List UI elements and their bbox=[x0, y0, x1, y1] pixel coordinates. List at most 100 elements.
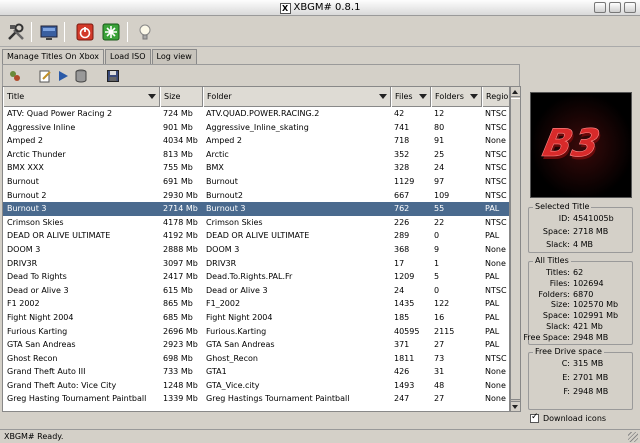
refresh-icon bbox=[10, 71, 20, 81]
selected-title-group: Selected Title ID: 4541005b Space: 2718 … bbox=[528, 202, 633, 253]
minimize-button[interactable] bbox=[594, 2, 606, 13]
cell-files: 1435 bbox=[394, 299, 415, 309]
status-bar: XBGM# Ready. bbox=[0, 429, 640, 443]
table-row[interactable]: DOOM 3 2888 Mb DOOM 3 368 9 None bbox=[3, 243, 509, 257]
cell-folders: 55 bbox=[434, 204, 445, 214]
cell-folder: Fight Night 2004 bbox=[206, 312, 273, 322]
cell-region: None bbox=[485, 258, 506, 268]
cell-folders: 25 bbox=[434, 149, 445, 159]
scroll-down-arrow[interactable] bbox=[511, 401, 520, 411]
table-row[interactable]: Furious Karting 2696 Mb Furious.Karting 405… bbox=[3, 325, 509, 339]
column-header-folders[interactable]: Folders bbox=[431, 87, 482, 107]
column-header-folder[interactable]: Folder bbox=[203, 87, 391, 107]
table-row[interactable]: Burnout 2 2930 Mb Burnout2 667 109 NTSC bbox=[3, 189, 509, 203]
table-row[interactable]: Amped 2 4034 Mb Amped 2 718 91 None bbox=[3, 134, 509, 148]
table-header: Title Size Folder Files Folders Regio bbox=[3, 87, 509, 107]
cell-files: 247 bbox=[394, 394, 410, 404]
table-row[interactable]: Ghost Recon 698 Mb Ghost_Recon 1811 73 NTSC bbox=[3, 352, 509, 366]
cell-title: Dead or Alive 3 bbox=[7, 285, 69, 295]
cell-title: Grand Theft Auto: Vice City bbox=[7, 380, 117, 390]
cell-files: 368 bbox=[394, 244, 410, 254]
table-row[interactable]: Burnout 691 Mb Burnout 1129 97 NTSC bbox=[3, 175, 509, 189]
titles-toolbar bbox=[2, 64, 520, 86]
table-row[interactable]: Grand Theft Auto III 733 Mb GTA1 426 31 None bbox=[3, 365, 509, 379]
table-row[interactable]: BMX XXX 755 Mb BMX 328 24 NTSC bbox=[3, 161, 509, 175]
power-button[interactable] bbox=[74, 21, 96, 43]
table-row[interactable]: Fight Night 2004 685 Mb Fight Night 2004 18… bbox=[3, 311, 509, 325]
stat-label: Size: bbox=[550, 300, 570, 310]
cell-title: DEAD OR ALIVE ULTIMATE bbox=[7, 231, 111, 241]
play-button[interactable] bbox=[55, 68, 71, 84]
cell-region: NTSC bbox=[485, 285, 507, 295]
table-row[interactable]: F1 2002 865 Mb F1_2002 1435 122 PAL bbox=[3, 297, 509, 311]
cell-files: 762 bbox=[394, 204, 410, 214]
slack-label: Slack: bbox=[546, 240, 570, 249]
tab-load-iso[interactable]: Load ISO bbox=[105, 49, 151, 64]
column-header-size[interactable]: Size bbox=[160, 87, 203, 107]
recycle-button[interactable] bbox=[100, 21, 122, 43]
window-titlebar[interactable]: X XBGM# 0.8.1 bbox=[0, 0, 640, 16]
stat-label: Slack: bbox=[546, 322, 570, 331]
close-button[interactable] bbox=[624, 2, 636, 13]
table-row[interactable]: Greg Hasting Tournament Paintball 1339 Mb… bbox=[3, 392, 509, 406]
cell-title: Amped 2 bbox=[7, 136, 43, 146]
table-row[interactable]: Arctic Thunder 813 Mb Arctic 352 25 NTSC bbox=[3, 148, 509, 162]
column-header-files[interactable]: Files bbox=[391, 87, 431, 107]
cell-folders: 91 bbox=[434, 136, 445, 146]
table-row[interactable]: Burnout 3 2714 Mb Burnout 3 762 55 PAL bbox=[3, 202, 509, 216]
free-drive-group: Free Drive space C: 315 MB E: 2701 MB F: 2948… bbox=[528, 347, 633, 410]
cell-folder: ATV.QUAD.POWER.RACING.2 bbox=[206, 109, 320, 118]
column-header-region[interactable]: Regio bbox=[482, 87, 509, 107]
stat-label: E: bbox=[562, 373, 570, 382]
table-row[interactable]: Crimson Skies 4178 Mb Crimson Skies 226 22 NT… bbox=[3, 216, 509, 230]
database-button[interactable] bbox=[73, 68, 89, 84]
tools-button[interactable] bbox=[5, 21, 27, 43]
save-button[interactable] bbox=[105, 68, 121, 84]
resize-grip[interactable] bbox=[628, 432, 638, 442]
refresh-button[interactable] bbox=[7, 68, 23, 84]
table-row[interactable]: Grand Theft Auto: Vice City 1248 Mb GTA_Vi… bbox=[3, 379, 509, 393]
status-text: XBGM# Ready. bbox=[4, 432, 64, 441]
download-icons-checkbox[interactable] bbox=[530, 412, 539, 423]
cell-files: 718 bbox=[394, 136, 410, 146]
cell-folders: 97 bbox=[434, 176, 445, 186]
cell-size: 733 Mb bbox=[163, 367, 193, 377]
table-row[interactable]: GTA San Andreas 2923 Mb GTA San Andreas 371… bbox=[3, 338, 509, 352]
table-row[interactable]: DRIV3R 3097 Mb DRIV3R 17 1 None bbox=[3, 257, 509, 271]
edit-button[interactable] bbox=[37, 68, 53, 84]
cell-folder: Greg Hastings Tournament Paintball bbox=[206, 394, 350, 404]
cell-files: 352 bbox=[394, 149, 410, 159]
table-row[interactable]: Dead To Rights 2417 Mb Dead.To.Rights.PAL.… bbox=[3, 270, 509, 284]
titles-table[interactable]: Title Size Folder Files Folders Regio AT… bbox=[2, 86, 510, 412]
tab-log-view[interactable]: Log view bbox=[151, 49, 197, 64]
cell-folders: 12 bbox=[434, 109, 445, 118]
table-row[interactable]: ATV: Quad Power Racing 2 724 Mb ATV.QUAD.P… bbox=[3, 107, 509, 121]
tab-manage-titles[interactable]: Manage Titles On Xbox bbox=[2, 49, 105, 65]
table-scrollbar[interactable] bbox=[510, 86, 521, 412]
cell-folder: Ghost_Recon bbox=[206, 353, 258, 363]
cell-folder: GTA_Vice.city bbox=[206, 380, 260, 390]
table-row[interactable]: Aggressive Inline 901 Mb Aggressive_Inline… bbox=[3, 121, 509, 135]
cell-folders: 27 bbox=[434, 394, 445, 404]
cell-folders: 27 bbox=[434, 340, 445, 350]
cell-folders: 5 bbox=[434, 272, 440, 282]
column-header-title[interactable]: Title bbox=[3, 87, 160, 107]
download-icons-option[interactable]: Download icons bbox=[530, 412, 606, 423]
cell-folder: Dead.To.Rights.PAL.Fr bbox=[206, 272, 293, 282]
table-row[interactable]: DEAD OR ALIVE ULTIMATE 4192 Mb DEAD OR ALI… bbox=[3, 229, 509, 243]
monitor-button[interactable] bbox=[38, 21, 60, 43]
cell-size: 865 Mb bbox=[163, 299, 193, 309]
cell-region: NTSC bbox=[485, 217, 507, 227]
cell-region: PAL bbox=[485, 326, 500, 336]
x11-logo-icon: X bbox=[279, 3, 291, 14]
maximize-button[interactable] bbox=[609, 2, 621, 13]
help-button[interactable] bbox=[134, 21, 156, 43]
scroll-thumb[interactable] bbox=[511, 98, 520, 400]
edit-icon bbox=[39, 70, 51, 83]
stat-value: 62 bbox=[573, 268, 584, 277]
scroll-up-arrow[interactable] bbox=[511, 87, 520, 97]
cell-title: Ghost Recon bbox=[7, 353, 58, 363]
table-row[interactable]: Dead or Alive 3 615 Mb Dead or Alive 3 24 0 N… bbox=[3, 284, 509, 298]
cell-files: 40595 bbox=[394, 326, 420, 336]
cell-folders: 80 bbox=[434, 122, 445, 132]
